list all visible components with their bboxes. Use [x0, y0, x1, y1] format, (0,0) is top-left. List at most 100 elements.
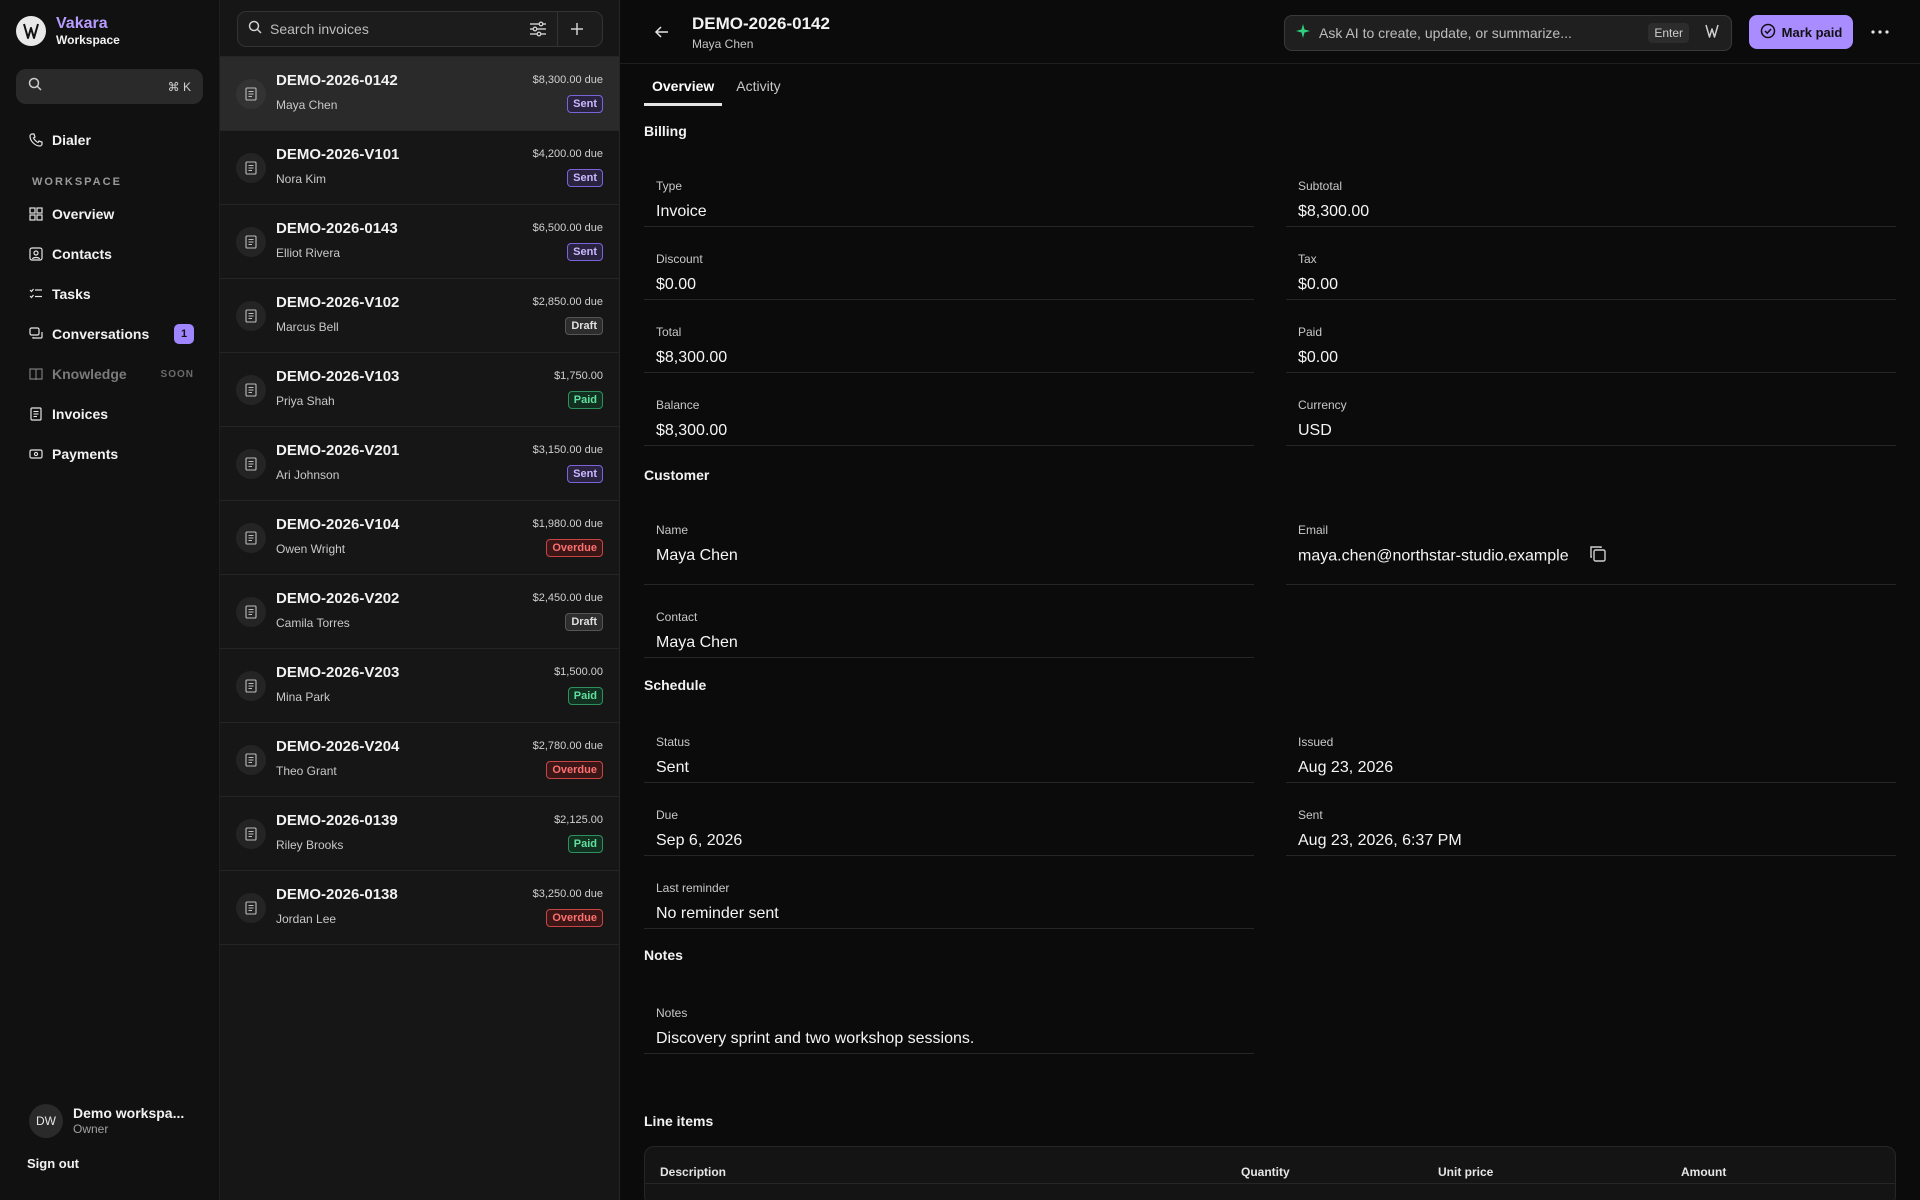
- document-icon: [236, 227, 266, 257]
- vakara-logo-icon[interactable]: [1703, 22, 1721, 45]
- copy-icon[interactable]: [1589, 545, 1607, 568]
- invoice-list-item[interactable]: DEMO-2026-V104 Owen Wright $1,980.00 due Ov…: [220, 501, 619, 575]
- invoice-number: DEMO-2026-V202: [276, 590, 400, 607]
- vakara-logo-icon: [16, 16, 46, 46]
- tab-activity[interactable]: Activity: [728, 64, 788, 106]
- invoice-amount: $4,200.00 due: [532, 148, 603, 160]
- invoice-list-item[interactable]: DEMO-2026-V102 Marcus Bell $2,850.00 due Dr…: [220, 279, 619, 353]
- field-label: Name: [656, 523, 689, 537]
- field-value: Sent: [656, 759, 689, 776]
- invoice-customer: Priya Shah: [276, 394, 335, 408]
- document-icon: [236, 597, 266, 627]
- enter-key-hint: Enter: [1648, 23, 1689, 43]
- document-icon: [236, 819, 266, 849]
- invoice-customer: Maya Chen: [276, 98, 338, 112]
- tab-overview[interactable]: Overview: [644, 64, 723, 106]
- invoice-search-input[interactable]: Search invoices: [270, 21, 523, 37]
- sidebar-item-payments[interactable]: Payments: [16, 434, 206, 474]
- sign-out-link[interactable]: Sign out: [27, 1156, 79, 1171]
- invoice-list-item[interactable]: DEMO-2026-V201 Ari Johnson $3,150.00 due Se…: [220, 427, 619, 501]
- document-icon: [236, 745, 266, 775]
- detail-header: DEMO-2026-0142 Maya Chen Ask AI to creat…: [620, 0, 1920, 64]
- line-items-section-title: Line items: [644, 1113, 714, 1129]
- invoice-customer: Mina Park: [276, 690, 331, 704]
- field-label: Type: [656, 179, 683, 193]
- invoice-number: DEMO-2026-0142: [276, 72, 398, 89]
- ai-assistant-input[interactable]: Ask AI to create, update, or summarize..…: [1284, 15, 1732, 51]
- invoice-amount: $3,250.00 due: [532, 888, 603, 900]
- discount-field: Discount $0.00: [644, 227, 1254, 300]
- field-label: Issued: [1298, 735, 1334, 749]
- sidebar-item-overview[interactable]: Overview: [16, 194, 206, 234]
- tax-field: Tax $0.00: [1286, 227, 1896, 300]
- invoice-list-item[interactable]: DEMO-2026-V202 Camila Torres $2,450.00 due…: [220, 575, 619, 649]
- contact-icon: [28, 246, 44, 262]
- brand-subtitle: Workspace: [56, 33, 120, 47]
- back-arrow-icon[interactable]: [650, 20, 674, 44]
- book-icon: [28, 366, 44, 382]
- add-invoice-icon[interactable]: [562, 14, 592, 44]
- invoice-list-item[interactable]: DEMO-2026-0138 Jordan Lee $3,250.00 due Ove…: [220, 871, 619, 945]
- invoice-amount: $1,750.00: [554, 370, 603, 382]
- status-badge: Draft: [565, 613, 603, 631]
- invoice-list-item[interactable]: DEMO-2026-V204 Theo Grant $2,780.00 due Ove…: [220, 723, 619, 797]
- sidebar-item-label: Tasks: [52, 286, 91, 302]
- invoice-number: DEMO-2026-V204: [276, 738, 400, 755]
- sidebar-item-contacts[interactable]: Contacts: [16, 234, 206, 274]
- workspace-name: Demo workspa...: [73, 1105, 185, 1122]
- avatar: DW: [29, 1104, 63, 1138]
- field-label: Status: [656, 735, 691, 749]
- sidebar-item-invoices[interactable]: Invoices: [16, 394, 206, 434]
- search-shortcut: ⌘ K: [167, 79, 191, 94]
- invoice-amount: $2,450.00 due: [532, 592, 603, 604]
- invoice-list-item[interactable]: DEMO-2026-V103 Priya Shah $1,750.00 Paid: [220, 353, 619, 427]
- field-value: $8,300.00: [1298, 203, 1370, 220]
- more-options-icon[interactable]: [1868, 20, 1892, 44]
- mark-paid-button[interactable]: Mark paid: [1749, 15, 1853, 49]
- invoice-amount: $3,150.00 due: [532, 444, 603, 456]
- field-value: $0.00: [1298, 349, 1339, 366]
- sidebar: Vakara Workspace ⌘ K Dialer WORKSPACE Ov…: [0, 0, 220, 1200]
- invoice-customer: Elliot Rivera: [276, 246, 341, 260]
- status-badge: Sent: [567, 243, 603, 261]
- document-icon: [236, 893, 266, 923]
- status-badge: Sent: [567, 95, 603, 113]
- ai-input-placeholder: Ask AI to create, update, or summarize..…: [1319, 25, 1572, 41]
- sidebar-item-tasks[interactable]: Tasks: [16, 274, 206, 314]
- document-icon: [236, 375, 266, 405]
- sidebar-item-dialer[interactable]: Dialer: [16, 120, 206, 160]
- sparkle-icon: [1295, 23, 1311, 44]
- payment-icon: [28, 446, 44, 462]
- invoice-list-item[interactable]: DEMO-2026-0139 Riley Brooks $2,125.00 Paid: [220, 797, 619, 871]
- sent-field: Sent Aug 23, 2026, 6:37 PM: [1286, 783, 1896, 856]
- field-value: Maya Chen: [656, 547, 738, 564]
- status-badge: Draft: [565, 317, 603, 335]
- invoice-list-item[interactable]: DEMO-2026-V101 Nora Kim $4,200.00 due Sent: [220, 131, 619, 205]
- invoice-list-item[interactable]: DEMO-2026-V203 Mina Park $1,500.00 Paid: [220, 649, 619, 723]
- workspace-user[interactable]: DW Demo workspa... Owner: [29, 1104, 184, 1138]
- field-label: Notes: [656, 1006, 688, 1020]
- sidebar-item-knowledge: Knowledge SOON: [16, 354, 206, 394]
- email-value-wrap: maya.chen@northstar-studio.example: [1298, 545, 1607, 568]
- sidebar-item-conversations[interactable]: Conversations 1: [16, 314, 206, 354]
- table-divider: [645, 1183, 1895, 1184]
- field-label: Paid: [1298, 325, 1323, 339]
- document-icon: [236, 449, 266, 479]
- invoice-number: DEMO-2026-0138: [276, 886, 398, 903]
- invoice-search-field[interactable]: Search invoices: [237, 11, 603, 47]
- document-icon: [236, 153, 266, 183]
- document-icon: [236, 523, 266, 553]
- filter-icon[interactable]: [523, 14, 553, 44]
- sidebar-item-label: Knowledge: [52, 366, 127, 382]
- search-icon: [248, 20, 262, 39]
- invoice-list-item[interactable]: DEMO-2026-0142 Maya Chen $8,300.00 due Sent: [220, 57, 619, 131]
- field-value: maya.chen@northstar-studio.example: [1298, 547, 1569, 565]
- column-header-description: Description: [660, 1165, 727, 1179]
- brand[interactable]: Vakara Workspace: [16, 16, 120, 46]
- sidebar-search[interactable]: ⌘ K: [16, 69, 203, 104]
- invoice-list-item[interactable]: DEMO-2026-0143 Elliot Rivera $6,500.00 due…: [220, 205, 619, 279]
- field-label: Discount: [656, 252, 703, 266]
- brand-name: Vakara: [56, 15, 108, 32]
- field-value[interactable]: Maya Chen: [656, 634, 738, 652]
- sidebar-item-label: Invoices: [52, 406, 109, 422]
